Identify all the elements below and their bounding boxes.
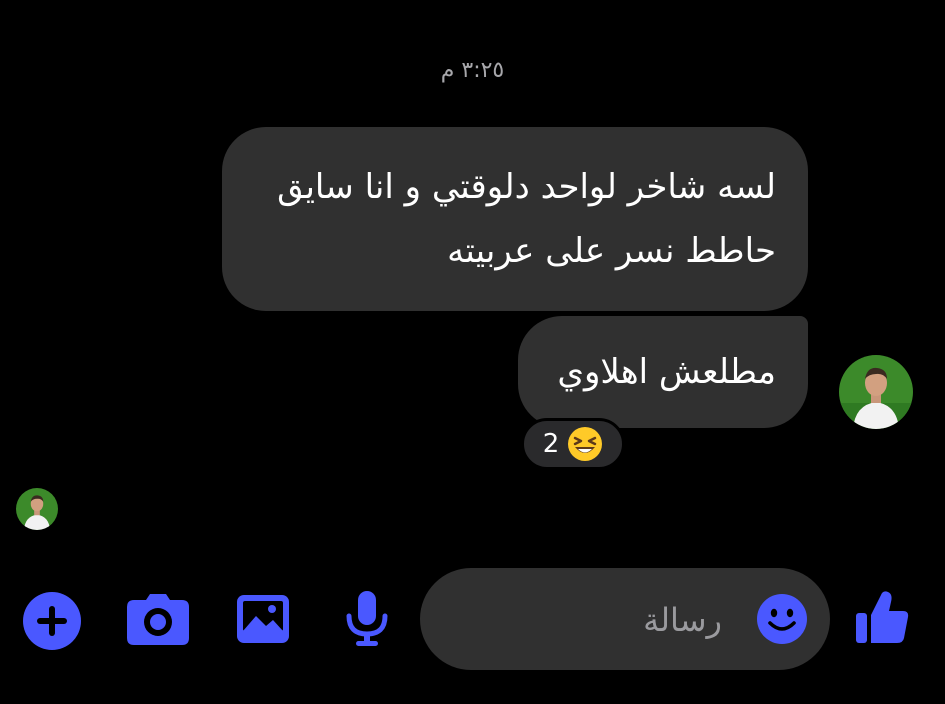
reaction-count: 2: [542, 429, 560, 459]
message-line: حاطط نسر على عربيته: [447, 231, 776, 271]
timestamp: ٣:٢٥ م: [440, 58, 505, 83]
message-text: مطلعش اهلاوي: [557, 352, 776, 392]
image-icon[interactable]: [236, 594, 290, 644]
camera-icon[interactable]: [126, 594, 190, 646]
grinning-squinting-face-icon: [568, 427, 603, 461]
avatar[interactable]: [16, 488, 58, 530]
message-line: لسه شاخر لواحد دلوقتي و انا سايق: [277, 167, 776, 207]
message-composer[interactable]: [420, 568, 830, 670]
profile-photo: [16, 488, 58, 530]
smile-icon[interactable]: [756, 593, 808, 645]
message-input[interactable]: [530, 592, 724, 648]
plus-circle-icon[interactable]: [22, 591, 82, 651]
reaction-pill[interactable]: 2: [521, 418, 625, 470]
avatar[interactable]: [839, 355, 913, 429]
message-bubble-incoming[interactable]: لسه شاخر لواحد دلوقتي و انا سايق حاطط نس…: [222, 127, 808, 311]
thumbs-up-icon[interactable]: [854, 589, 910, 645]
microphone-icon[interactable]: [344, 590, 390, 648]
message-bubble-incoming[interactable]: مطلعش اهلاوي: [518, 316, 808, 428]
profile-photo: [839, 355, 913, 429]
